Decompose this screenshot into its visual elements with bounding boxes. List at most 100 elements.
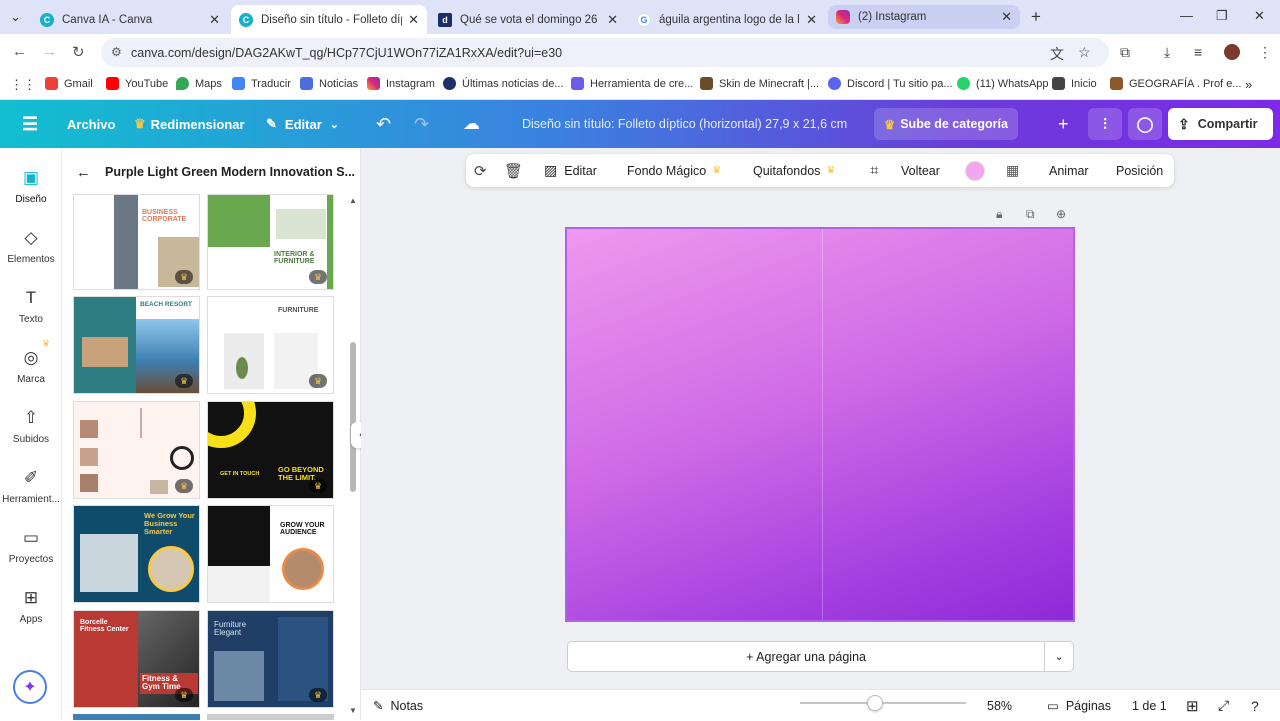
- close-icon[interactable]: ✕: [607, 12, 618, 28]
- translate-icon[interactable]: 文: [1050, 44, 1064, 64]
- panel-scrollbar[interactable]: ▲ ▼: [349, 196, 357, 716]
- bookmark-inicio[interactable]: Inicio: [1052, 77, 1097, 90]
- zoom-slider-knob[interactable]: [866, 695, 883, 711]
- undo-icon[interactable]: ↶: [376, 100, 391, 148]
- hamburger-menu-icon[interactable]: ☰: [22, 100, 38, 148]
- rail-texto[interactable]: T Texto: [0, 288, 62, 325]
- window-close-icon[interactable]: ✕: [1254, 8, 1265, 24]
- document-title[interactable]: Diseño sin título: Folleto díptico (hori…: [522, 100, 847, 148]
- template-thumb[interactable]: BUSINESS CORPORATE ♛: [73, 194, 200, 290]
- close-icon[interactable]: ✕: [1001, 9, 1012, 25]
- star-icon[interactable]: ☆: [1078, 44, 1091, 61]
- magic-ai-icon[interactable]: ✦: [13, 670, 47, 704]
- bookmark-herramienta[interactable]: Herramienta de cre...: [571, 77, 693, 90]
- profile-avatar[interactable]: [1224, 44, 1240, 60]
- page-count[interactable]: 1 de 1: [1132, 690, 1167, 721]
- help-icon[interactable]: ?: [1251, 690, 1259, 721]
- replace-icon[interactable]: ⟳: [474, 154, 487, 187]
- design-page-canvas[interactable]: [565, 227, 1075, 622]
- bookmark-discord[interactable]: Discord | Tu sitio pa...: [828, 77, 953, 90]
- template-thumb[interactable]: Furniture Elegant ♛: [207, 610, 334, 708]
- close-icon[interactable]: ✕: [408, 12, 419, 28]
- template-thumb[interactable]: Borcelle Fitness Center Fitness & Gym Ti…: [73, 610, 200, 708]
- editar-image-button[interactable]: ▨ Editar: [544, 154, 597, 187]
- bookmark-skin-minecraft[interactable]: Skin de Minecraft |...: [700, 77, 819, 90]
- bookmark-youtube[interactable]: YouTube: [106, 77, 168, 90]
- extensions-icon[interactable]: ⧉: [1120, 44, 1130, 61]
- trash-icon[interactable]: 🗑: [504, 154, 523, 187]
- apps-grid-icon[interactable]: ⋮⋮: [10, 77, 36, 93]
- fullscreen-icon[interactable]: ⤢: [1218, 690, 1229, 721]
- editar-menu-button[interactable]: ✎ Editar ⌄: [266, 100, 339, 148]
- paginas-button[interactable]: ▭ Páginas: [1047, 690, 1111, 721]
- duplicate-page-icon[interactable]: ⧉: [1026, 207, 1035, 222]
- cloud-saved-icon[interactable]: ☁: [463, 100, 480, 148]
- bookmark-noticias[interactable]: Noticias: [300, 77, 358, 90]
- lock-icon[interactable]: 🔒︎: [996, 207, 1002, 222]
- new-tab-icon[interactable]: +: [1031, 7, 1041, 27]
- tab-canva-ia[interactable]: C Canva IA - Canva ✕: [32, 5, 228, 34]
- scrollbar-thumb[interactable]: [350, 342, 356, 492]
- tab-instagram[interactable]: (2) Instagram ✕: [828, 5, 1020, 29]
- chevron-down-icon[interactable]: ⌄: [1045, 650, 1073, 663]
- url-field[interactable]: ⚙ canva.com/design/DAG2AKwT_qg/HCp77CjU1…: [101, 38, 1109, 67]
- rail-subidos[interactable]: ⇧ Subidos: [0, 408, 62, 445]
- insights-icon[interactable]: ⫶: [1088, 108, 1122, 140]
- rail-proyectos[interactable]: ▭ Proyectos: [0, 528, 62, 565]
- minimize-icon[interactable]: —: [1180, 8, 1193, 23]
- animar-button[interactable]: Animar: [1049, 154, 1089, 187]
- comment-icon[interactable]: ◯: [1128, 108, 1162, 140]
- scroll-up-icon[interactable]: ▲: [349, 196, 357, 205]
- template-thumb[interactable]: GROW YOUR AUDIENCE: [207, 505, 334, 603]
- back-arrow-icon[interactable]: ←: [76, 164, 91, 181]
- back-icon[interactable]: ←: [12, 43, 27, 60]
- restore-icon[interactable]: ❐: [1216, 8, 1228, 24]
- rail-apps[interactable]: ⊞ Apps: [0, 588, 62, 625]
- close-icon[interactable]: ✕: [209, 12, 220, 28]
- tab-google[interactable]: G águila argentina logo de la libe ✕: [629, 5, 825, 34]
- transparency-icon[interactable]: ▦: [1006, 154, 1019, 187]
- upgrade-button[interactable]: ♛ Sube de categoría: [874, 108, 1018, 140]
- zoom-slider[interactable]: [800, 695, 966, 711]
- close-icon[interactable]: ✕: [806, 12, 817, 28]
- template-thumb[interactable]: BEACH RESORT ♛: [73, 296, 200, 394]
- reload-icon[interactable]: ↻: [72, 43, 85, 61]
- tab-search-icon[interactable]: ⌄: [10, 9, 21, 25]
- notas-button[interactable]: ✎ Notas: [373, 690, 423, 721]
- template-thumb[interactable]: INTERIOR & FURNITURE ♛: [207, 194, 334, 290]
- crop-icon[interactable]: ⌗: [870, 154, 878, 187]
- template-thumb[interactable]: ♛: [73, 401, 200, 499]
- rail-herramientas[interactable]: ✐ Herramient...: [0, 468, 62, 505]
- site-info-icon[interactable]: ⚙: [111, 45, 122, 59]
- add-collaborator-icon[interactable]: +: [1058, 100, 1069, 148]
- add-page-icon[interactable]: ⊕: [1056, 207, 1066, 221]
- grid-view-icon[interactable]: ⊞: [1186, 690, 1199, 721]
- more-bookmarks-icon[interactable]: »: [1245, 77, 1252, 92]
- redimensionar-button[interactable]: ♛ Redimensionar: [134, 100, 245, 148]
- rail-elementos[interactable]: ◇ Elementos: [0, 228, 62, 265]
- fondo-magico-button[interactable]: Fondo Mágico ♛: [627, 154, 721, 187]
- posicion-button[interactable]: Posición: [1116, 154, 1163, 187]
- media-icon[interactable]: ≡: [1194, 44, 1202, 60]
- bookmark-traducir[interactable]: Traducir: [232, 77, 291, 90]
- tab-news[interactable]: d Qué se vota el domingo 26 de ✕: [430, 5, 626, 34]
- tab-diseno[interactable]: C Diseño sin título - Folleto díptico ✕: [231, 5, 427, 34]
- add-page-button[interactable]: + Agregar una página ⌄: [567, 641, 1074, 672]
- quitafondos-button[interactable]: Quitafondos ♛: [753, 154, 835, 187]
- rail-diseno[interactable]: ▣ Diseño: [0, 168, 62, 205]
- forward-icon[interactable]: →: [42, 43, 57, 60]
- voltear-button[interactable]: Voltear: [901, 154, 940, 187]
- redo-icon[interactable]: ↷: [414, 100, 429, 148]
- color-swatch-button[interactable]: [965, 154, 985, 187]
- bookmark-instagram[interactable]: Instagram: [367, 77, 435, 90]
- bookmark-gmail[interactable]: Gmail: [45, 77, 93, 90]
- bookmark-whatsapp[interactable]: (11) WhatsApp: [957, 77, 1049, 90]
- bookmark-geografia[interactable]: GEOGRAFÍA . Prof e...: [1110, 77, 1241, 90]
- rail-marca[interactable]: ◎ Marca: [0, 348, 62, 385]
- menu-icon[interactable]: ⋮: [1258, 44, 1272, 61]
- zoom-value[interactable]: 58%: [987, 690, 1012, 721]
- template-thumb[interactable]: FURNITURE ♛: [207, 296, 334, 394]
- archivo-button[interactable]: Archivo: [67, 100, 115, 148]
- bookmark-maps[interactable]: Maps: [176, 77, 222, 90]
- scroll-down-icon[interactable]: ▼: [349, 706, 357, 715]
